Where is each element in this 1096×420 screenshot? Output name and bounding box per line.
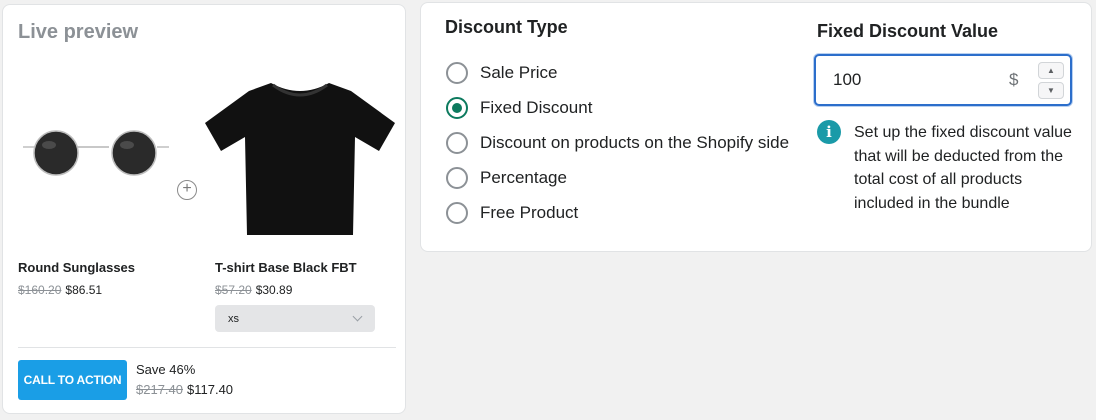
radio-button[interactable] bbox=[446, 167, 468, 189]
total-price-row: $217.40 $117.40 bbox=[136, 382, 233, 397]
info-icon: i bbox=[817, 120, 841, 144]
radio-label: Percentage bbox=[480, 168, 567, 187]
variant-select[interactable]: xs bbox=[215, 305, 375, 332]
product-name: T-shirt Base Black FBT bbox=[215, 260, 357, 275]
divider bbox=[18, 347, 396, 348]
radio-free-product[interactable]: Free Product bbox=[446, 201, 578, 225]
live-preview-card: Live preview + Round Sunglasses $160.20 $… bbox=[2, 4, 406, 414]
radio-button[interactable] bbox=[446, 132, 468, 154]
radio-button[interactable] bbox=[446, 97, 468, 119]
fixed-value-heading: Fixed Discount Value bbox=[817, 21, 999, 41]
new-price: $86.51 bbox=[65, 283, 103, 297]
tshirt-image bbox=[205, 83, 395, 235]
radio-label: Discount on products on the Shopify side bbox=[480, 133, 790, 152]
radio-fixed-discount[interactable]: Fixed Discount bbox=[446, 96, 592, 120]
product-price-row: $57.20 $30.89 bbox=[215, 283, 292, 297]
radio-shopify-discount[interactable]: Discount on products on the Shopify side bbox=[446, 131, 789, 155]
sunglasses-image bbox=[23, 130, 169, 176]
old-price: $160.20 bbox=[18, 283, 62, 297]
preview-title: Live preview bbox=[18, 21, 139, 43]
product-name: Round Sunglasses bbox=[18, 260, 136, 275]
radio-sale-price[interactable]: Sale Price bbox=[446, 61, 557, 85]
chevron-down-icon bbox=[352, 311, 363, 322]
plus-circle-icon: + bbox=[177, 180, 197, 200]
variant-value: xs bbox=[228, 313, 239, 325]
discount-settings-card: Discount Type Sale Price Fixed Discount … bbox=[420, 2, 1092, 252]
discount-type-heading: Discount Type bbox=[445, 17, 568, 37]
quantity-stepper[interactable]: ▲ ▼ bbox=[1038, 60, 1064, 100]
total-old-price: $217.40 bbox=[136, 382, 183, 397]
old-price: $57.20 bbox=[215, 283, 252, 297]
radio-label: Sale Price bbox=[480, 63, 558, 82]
input-value: 100 bbox=[833, 70, 862, 89]
radio-button[interactable] bbox=[446, 202, 468, 224]
radio-button[interactable] bbox=[446, 62, 468, 84]
stepper-up-icon[interactable]: ▲ bbox=[1038, 62, 1064, 79]
radio-label: Free Product bbox=[480, 203, 579, 222]
product-price-row: $160.20 $86.51 bbox=[18, 283, 102, 297]
help-text: Set up the fixed discount value that wil… bbox=[854, 124, 1072, 212]
fixed-value-input[interactable]: 100 $ ▲ ▼ bbox=[814, 54, 1072, 106]
stepper-down-icon[interactable]: ▼ bbox=[1038, 82, 1064, 99]
radio-percentage[interactable]: Percentage bbox=[446, 166, 567, 190]
currency-suffix: $ bbox=[1009, 70, 1019, 89]
total-new-price: $117.40 bbox=[187, 382, 234, 397]
save-text: Save 46% bbox=[136, 362, 196, 377]
radio-label: Fixed Discount bbox=[480, 98, 593, 117]
call-to-action-button[interactable]: CALL TO ACTION bbox=[18, 360, 127, 400]
new-price: $30.89 bbox=[255, 283, 293, 297]
